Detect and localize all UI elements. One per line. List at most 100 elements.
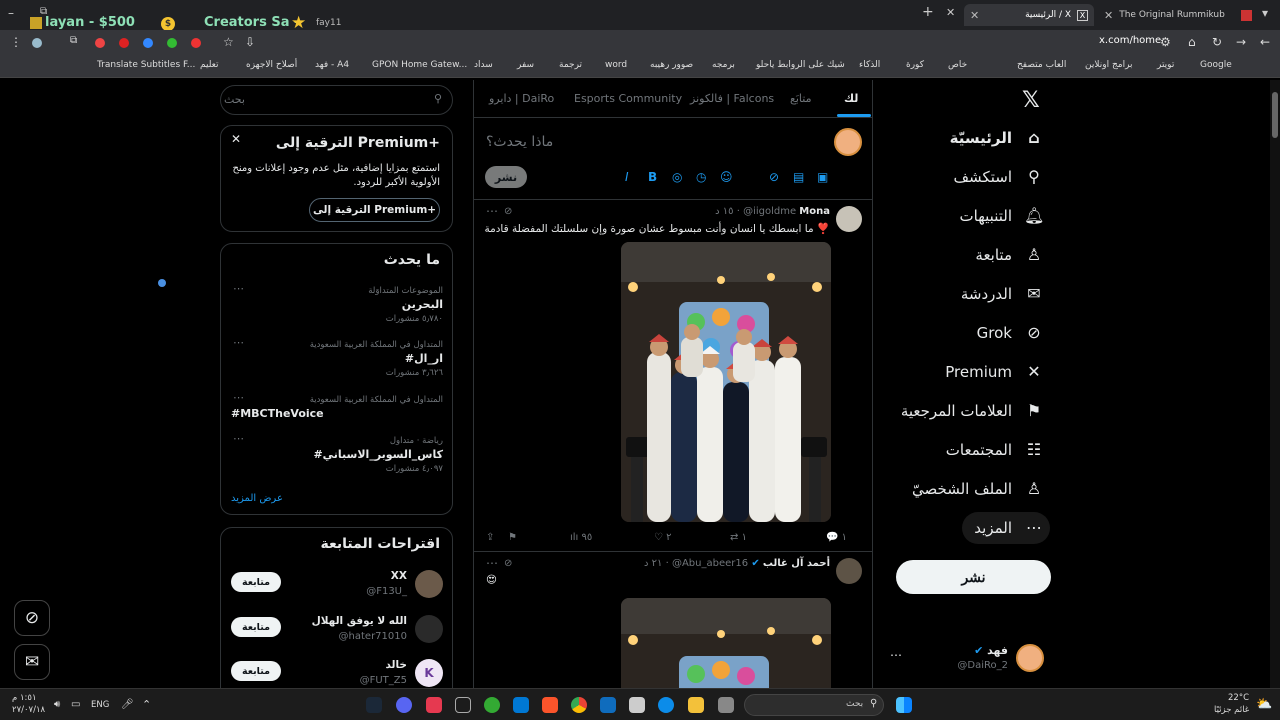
extension-icon[interactable]: ⧉ <box>70 35 77 46</box>
bookmark-icon[interactable]: ⚑ <box>508 532 517 543</box>
search-box[interactable] <box>220 85 453 115</box>
bookmark-item[interactable]: برامج اونلاين <box>1085 60 1133 70</box>
extension-icon[interactable] <box>119 38 129 48</box>
tab-falcons[interactable]: فالكونز | Falcons <box>690 92 774 105</box>
language-indicator[interactable]: ENG <box>91 700 109 710</box>
new-tab-icon[interactable]: + <box>922 4 934 20</box>
schedule-icon[interactable]: ◷ <box>696 170 706 184</box>
italic-icon[interactable]: I <box>625 170 629 184</box>
nav-explore[interactable]: استكشف ⚲ <box>954 167 1044 186</box>
profile-icon[interactable] <box>32 38 42 48</box>
page-scrollbar[interactable] <box>1270 80 1280 688</box>
tray-chevron-icon[interactable]: ⌃ <box>142 698 151 711</box>
tab-dairo[interactable]: دايرو | DaiRo <box>489 92 554 105</box>
app-icon[interactable] <box>426 697 442 713</box>
scrollbar-thumb[interactable] <box>1272 92 1278 138</box>
share-icon[interactable]: ⇪ <box>486 532 494 543</box>
forward-icon[interactable]: → <box>1236 35 1246 49</box>
extension-icon[interactable] <box>143 38 153 48</box>
avatar[interactable] <box>415 570 443 598</box>
bookmark-item[interactable]: Google <box>1200 60 1232 70</box>
grok-icon[interactable]: ⊘ <box>504 558 512 569</box>
bookmark-item[interactable]: GPON Home Gatew... <box>372 60 467 70</box>
microphone-icon[interactable]: 🎤︎ <box>121 699 134 710</box>
network-icon[interactable]: ▭ <box>71 699 80 710</box>
avatar[interactable] <box>834 128 862 156</box>
bookmark-star-icon[interactable]: ☆ <box>223 35 234 49</box>
more-dots-icon[interactable]: ⋯ <box>486 204 498 218</box>
weather-desc[interactable]: غائم جزئيًا <box>1214 705 1249 715</box>
tab-esports-community[interactable]: Esports Community <box>574 92 682 105</box>
bookmark-item[interactable]: أصلاح الاجهزه <box>246 60 297 70</box>
follow-button[interactable]: متابعة <box>231 661 281 681</box>
post-button[interactable]: نشر <box>896 560 1051 594</box>
tweet-author[interactable]: Mona <box>799 206 830 217</box>
steam-icon[interactable] <box>366 697 382 713</box>
nav-profile[interactable]: الملف الشخصيّ ♙ <box>912 479 1044 498</box>
back-icon[interactable]: ← <box>1260 35 1270 49</box>
discord-icon[interactable] <box>396 697 412 713</box>
follow-suggestion[interactable]: K خالد @FUT_Z5 متابعة <box>231 657 443 688</box>
emoji-icon[interactable]: ☺ <box>720 170 733 184</box>
bookmark-item[interactable]: فهد - A4 <box>315 60 349 70</box>
clock-time[interactable]: ١:٥١ م <box>12 693 37 703</box>
tab-close-icon[interactable]: ✕ <box>1104 9 1113 22</box>
grok-icon[interactable]: ⊘ <box>769 170 779 184</box>
nav-notifications[interactable]: التنبيهات 🔔︎ <box>960 206 1045 225</box>
tweet-image[interactable] <box>621 598 831 688</box>
tweet[interactable]: ١٥ د · @iigoldme Mona ما ابسطك يا انسان … <box>474 200 872 552</box>
extension-icon[interactable] <box>167 38 177 48</box>
tab-following[interactable]: متابَع <box>790 92 811 105</box>
trend-item[interactable]: المتداول في المملكة العربية السعودية #ار… <box>231 336 443 390</box>
grok-icon[interactable]: ⊘ <box>504 206 512 217</box>
nav-grok[interactable]: Grok ⊘ <box>977 323 1044 342</box>
windows-start-icon[interactable] <box>896 697 912 713</box>
tab-x-home[interactable]: ✕ الرئيسية / X X <box>964 4 1094 26</box>
app-icon[interactable] <box>484 697 500 713</box>
app-icon[interactable] <box>455 697 471 713</box>
close-icon[interactable]: ✕ <box>231 132 241 146</box>
chrome-icon[interactable] <box>571 697 587 713</box>
tab-for-you[interactable]: لك <box>844 92 858 105</box>
avatar[interactable] <box>836 558 862 584</box>
site-settings-icon[interactable]: ⚙ <box>1160 35 1171 49</box>
reply-button[interactable]: 💬 ١ <box>826 532 847 543</box>
nav-chat[interactable]: الدردشة ✉ <box>961 284 1044 303</box>
url-field[interactable]: x.com/home <box>1099 35 1161 46</box>
bookmark-item[interactable]: كورة <box>906 60 924 70</box>
window-minimize-icon[interactable]: – <box>8 6 14 20</box>
post-button[interactable]: نشر <box>485 166 527 188</box>
follow-suggestion[interactable]: XX @F13U_ متابعة <box>231 568 443 604</box>
bold-icon[interactable]: B <box>648 170 657 184</box>
compose-input[interactable]: ماذا يحدث؟ <box>486 134 553 150</box>
brave-icon[interactable] <box>542 697 558 713</box>
trend-item[interactable]: الموضوعات المتداوَلة البحرين ٥٫٧٨٠ منشور… <box>231 282 443 336</box>
retweet-button[interactable]: ⇄ ١ <box>730 532 747 543</box>
promo-left[interactable]: layan - $500 <box>45 15 135 30</box>
more-dots-icon[interactable]: ⋯ <box>233 282 244 295</box>
nav-communities[interactable]: المجتمعات ☷ <box>946 440 1044 459</box>
grok-float-button[interactable]: ⊘ <box>14 600 50 636</box>
premium-upgrade-button[interactable]: الترقية إلى Premium+ <box>309 198 440 222</box>
avatar[interactable] <box>836 206 862 232</box>
extension-icon[interactable] <box>95 38 105 48</box>
account-switcher[interactable]: ⋯ ✔ فهد @DaiRo_2 <box>890 640 1050 676</box>
bookmark-item[interactable]: سداد <box>474 60 493 70</box>
extension-icon[interactable] <box>191 38 201 48</box>
nav-follow[interactable]: متابعة ♙ <box>975 245 1044 264</box>
nav-more[interactable]: المزيد ⋯ <box>974 518 1044 537</box>
nav-home[interactable]: الرئيسيّة ⌂ <box>950 128 1044 147</box>
location-icon[interactable]: ◎ <box>672 170 682 184</box>
reload-icon[interactable]: ↻ <box>1212 35 1222 49</box>
bookmark-item[interactable]: العاب متصفح <box>1017 60 1066 70</box>
home-button-icon[interactable]: ⌂ <box>1188 35 1196 49</box>
like-button[interactable]: ♡ ٢ <box>654 532 672 543</box>
avatar[interactable] <box>415 615 443 643</box>
weather-icon[interactable]: ⛅ <box>1256 697 1272 712</box>
x-logo-icon[interactable]: 𝕏 <box>1022 88 1040 113</box>
volume-icon[interactable]: 🔊︎ <box>54 699 60 710</box>
bookmark-item[interactable]: خاص <box>948 60 967 70</box>
views-button[interactable]: ılı ٩٥ <box>570 532 592 543</box>
tweet-author[interactable]: أحمد آل غالب <box>763 558 830 569</box>
bookmark-item[interactable]: word <box>605 60 627 70</box>
